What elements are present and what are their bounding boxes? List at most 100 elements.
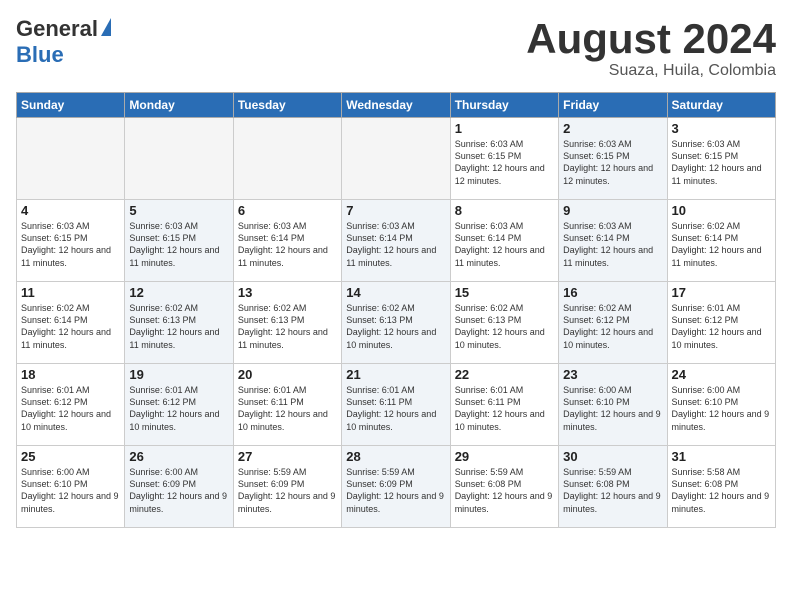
calendar-week-row: 1Sunrise: 6:03 AM Sunset: 6:15 PM Daylig… <box>17 118 776 200</box>
calendar-cell: 29 Sunrise: 5:59 AM Sunset: 6:08 PM Dayli… <box>450 446 558 528</box>
day-number: 21 <box>346 367 445 382</box>
day-number: 27 <box>238 449 337 464</box>
day-number: 22 <box>455 367 554 382</box>
calendar-cell: 18Sunrise: 6:01 AM Sunset: 6:12 PM Dayli… <box>17 364 125 446</box>
column-header-friday: Friday <box>559 93 667 118</box>
day-number: 2 <box>563 121 662 136</box>
day-info: Sunrise: 6:02 AM Sunset: 6:13 PM Dayligh… <box>129 302 228 351</box>
calendar-cell: 22 Sunrise: 6:01 AM Sunset: 6:11 PM Dayli… <box>450 364 558 446</box>
calendar-cell: 5 Sunrise: 6:03 AM Sunset: 6:15 PM Daylig… <box>125 200 233 282</box>
day-info: Sunrise: 6:03 AM Sunset: 6:15 PM Dayligh… <box>563 138 662 187</box>
calendar-week-row: 4 Sunrise: 6:03 AM Sunset: 6:15 PM Daylig… <box>17 200 776 282</box>
day-number: 18 <box>21 367 120 382</box>
day-number: 9 <box>563 203 662 218</box>
calendar-cell: 24 Sunrise: 6:00 AM Sunset: 6:10 PM Dayli… <box>667 364 775 446</box>
day-number: 15 <box>455 285 554 300</box>
logo: General Blue <box>16 16 111 68</box>
day-number: 10 <box>672 203 771 218</box>
day-info: Sunrise: 6:01 AM Sunset: 6:11 PM Dayligh… <box>346 384 445 433</box>
calendar-cell: 2 Sunrise: 6:03 AM Sunset: 6:15 PM Daylig… <box>559 118 667 200</box>
day-info: Sunrise: 5:59 AM Sunset: 6:09 PM Dayligh… <box>238 466 337 515</box>
logo-blue-text: Blue <box>16 42 64 68</box>
day-number: 11 <box>21 285 120 300</box>
column-header-sunday: Sunday <box>17 93 125 118</box>
day-info: Sunrise: 6:03 AM Sunset: 6:14 PM Dayligh… <box>346 220 445 269</box>
calendar-cell: 20 Sunrise: 6:01 AM Sunset: 6:11 PM Dayli… <box>233 364 341 446</box>
day-info: Sunrise: 5:59 AM Sunset: 6:08 PM Dayligh… <box>563 466 662 515</box>
calendar-cell <box>342 118 450 200</box>
day-info: Sunrise: 6:03 AM Sunset: 6:14 PM Dayligh… <box>563 220 662 269</box>
calendar-cell: 30 Sunrise: 5:59 AM Sunset: 6:08 PM Dayli… <box>559 446 667 528</box>
day-info: Sunrise: 6:03 AM Sunset: 6:15 PM Dayligh… <box>672 138 771 187</box>
day-number: 20 <box>238 367 337 382</box>
day-number: 6 <box>238 203 337 218</box>
day-number: 19 <box>129 367 228 382</box>
calendar-cell <box>125 118 233 200</box>
calendar-location: Suaza, Huila, Colombia <box>526 62 776 80</box>
day-info: Sunrise: 6:02 AM Sunset: 6:14 PM Dayligh… <box>672 220 771 269</box>
calendar-cell: 11 Sunrise: 6:02 AM Sunset: 6:14 PM Dayli… <box>17 282 125 364</box>
day-number: 30 <box>563 449 662 464</box>
day-number: 23 <box>563 367 662 382</box>
calendar-cell: 12 Sunrise: 6:02 AM Sunset: 6:13 PM Dayli… <box>125 282 233 364</box>
day-number: 7 <box>346 203 445 218</box>
day-info: Sunrise: 5:59 AM Sunset: 6:08 PM Dayligh… <box>455 466 554 515</box>
day-info: Sunrise: 6:00 AM Sunset: 6:10 PM Dayligh… <box>672 384 771 433</box>
page-header: General Blue August 2024 Suaza, Huila, C… <box>16 16 776 80</box>
calendar-cell: 19 Sunrise: 6:01 AM Sunset: 6:12 PM Dayli… <box>125 364 233 446</box>
day-number: 24 <box>672 367 771 382</box>
day-number: 17 <box>672 285 771 300</box>
logo-general-text: General <box>16 16 98 42</box>
day-info: Sunrise: 6:00 AM Sunset: 6:09 PM Dayligh… <box>129 466 228 515</box>
column-header-tuesday: Tuesday <box>233 93 341 118</box>
day-number: 12 <box>129 285 228 300</box>
day-number: 25 <box>21 449 120 464</box>
title-block: August 2024 Suaza, Huila, Colombia <box>526 16 776 80</box>
column-header-monday: Monday <box>125 93 233 118</box>
column-header-thursday: Thursday <box>450 93 558 118</box>
day-info: Sunrise: 6:02 AM Sunset: 6:14 PM Dayligh… <box>21 302 120 351</box>
day-info: Sunrise: 6:01 AM Sunset: 6:12 PM Dayligh… <box>129 384 228 433</box>
day-info: Sunrise: 6:01 AM Sunset: 6:12 PM Dayligh… <box>672 302 771 351</box>
day-number: 29 <box>455 449 554 464</box>
calendar-cell: 27 Sunrise: 5:59 AM Sunset: 6:09 PM Dayli… <box>233 446 341 528</box>
column-header-saturday: Saturday <box>667 93 775 118</box>
day-number: 14 <box>346 285 445 300</box>
calendar-cell: 4 Sunrise: 6:03 AM Sunset: 6:15 PM Daylig… <box>17 200 125 282</box>
day-info: Sunrise: 5:58 AM Sunset: 6:08 PM Dayligh… <box>672 466 771 515</box>
day-info: Sunrise: 6:02 AM Sunset: 6:13 PM Dayligh… <box>455 302 554 351</box>
logo-triangle-icon <box>101 18 111 36</box>
day-number: 13 <box>238 285 337 300</box>
calendar-cell: 21 Sunrise: 6:01 AM Sunset: 6:11 PM Dayli… <box>342 364 450 446</box>
day-info: Sunrise: 6:01 AM Sunset: 6:11 PM Dayligh… <box>455 384 554 433</box>
day-info: Sunrise: 6:00 AM Sunset: 6:10 PM Dayligh… <box>21 466 120 515</box>
day-number: 4 <box>21 203 120 218</box>
day-number: 8 <box>455 203 554 218</box>
calendar-cell: 8Sunrise: 6:03 AM Sunset: 6:14 PM Daylig… <box>450 200 558 282</box>
calendar-cell: 9 Sunrise: 6:03 AM Sunset: 6:14 PM Daylig… <box>559 200 667 282</box>
day-info: Sunrise: 5:59 AM Sunset: 6:09 PM Dayligh… <box>346 466 445 515</box>
calendar-cell: 14Sunrise: 6:02 AM Sunset: 6:13 PM Dayli… <box>342 282 450 364</box>
calendar-cell: 28 Sunrise: 5:59 AM Sunset: 6:09 PM Dayli… <box>342 446 450 528</box>
calendar-cell <box>17 118 125 200</box>
day-info: Sunrise: 6:03 AM Sunset: 6:15 PM Dayligh… <box>129 220 228 269</box>
calendar-title: August 2024 <box>526 16 776 62</box>
day-info: Sunrise: 6:01 AM Sunset: 6:11 PM Dayligh… <box>238 384 337 433</box>
calendar-cell: 23Sunrise: 6:00 AM Sunset: 6:10 PM Dayli… <box>559 364 667 446</box>
day-info: Sunrise: 6:03 AM Sunset: 6:15 PM Dayligh… <box>455 138 554 187</box>
calendar-week-row: 25 Sunrise: 6:00 AM Sunset: 6:10 PM Dayli… <box>17 446 776 528</box>
day-number: 5 <box>129 203 228 218</box>
calendar-header-row: SundayMondayTuesdayWednesdayThursdayFrid… <box>17 93 776 118</box>
calendar-cell: 1Sunrise: 6:03 AM Sunset: 6:15 PM Daylig… <box>450 118 558 200</box>
calendar-cell: 25 Sunrise: 6:00 AM Sunset: 6:10 PM Dayli… <box>17 446 125 528</box>
day-number: 3 <box>672 121 771 136</box>
day-info: Sunrise: 6:03 AM Sunset: 6:15 PM Dayligh… <box>21 220 120 269</box>
calendar-cell: 17 Sunrise: 6:01 AM Sunset: 6:12 PM Dayli… <box>667 282 775 364</box>
calendar-cell: 16 Sunrise: 6:02 AM Sunset: 6:12 PM Dayli… <box>559 282 667 364</box>
day-number: 28 <box>346 449 445 464</box>
day-number: 16 <box>563 285 662 300</box>
calendar-cell: 26Sunrise: 6:00 AM Sunset: 6:09 PM Dayli… <box>125 446 233 528</box>
calendar-week-row: 11 Sunrise: 6:02 AM Sunset: 6:14 PM Dayli… <box>17 282 776 364</box>
day-info: Sunrise: 6:02 AM Sunset: 6:12 PM Dayligh… <box>563 302 662 351</box>
calendar-cell: 10 Sunrise: 6:02 AM Sunset: 6:14 PM Dayli… <box>667 200 775 282</box>
